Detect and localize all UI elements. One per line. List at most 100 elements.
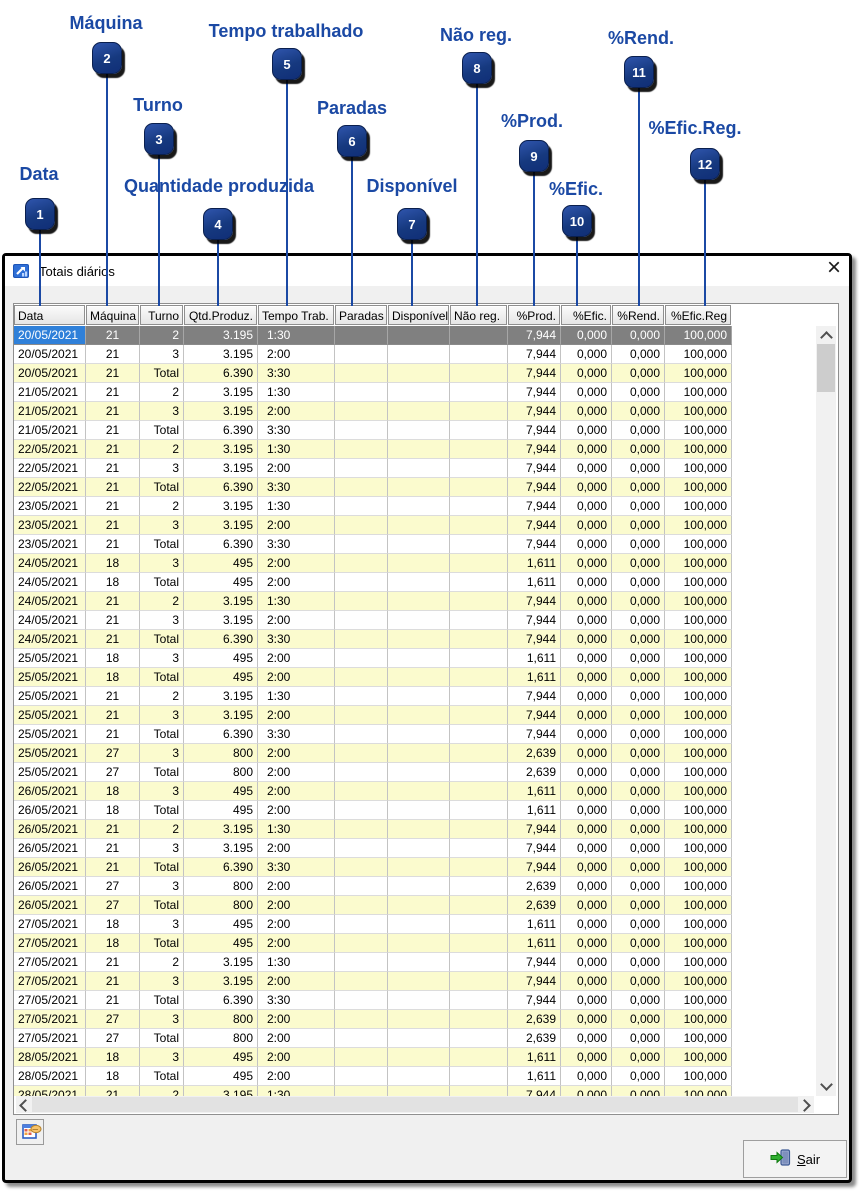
cell: 21 xyxy=(86,592,140,611)
column-header-5[interactable]: Tempo Trab. xyxy=(258,305,334,325)
table-row[interactable]: 28/05/202118Total4952:001,6110,0000,0001… xyxy=(14,1067,816,1086)
cell: 0,000 xyxy=(612,706,665,725)
cell: 28/05/2021 xyxy=(14,1086,86,1096)
cell: 0,000 xyxy=(612,820,665,839)
cell: 3:30 xyxy=(258,478,335,497)
column-header-11[interactable]: %Rend. xyxy=(612,305,664,325)
table-row[interactable]: 27/05/20212738002:002,6390,0000,000100,0… xyxy=(14,1010,816,1029)
cell: 18 xyxy=(86,1067,140,1086)
column-header-6[interactable]: Paradas xyxy=(335,305,387,325)
table-row[interactable]: 24/05/202121Total6.3903:307,9440,0000,00… xyxy=(14,630,816,649)
table-row[interactable]: 21/05/202121Total6.3903:307,9440,0000,00… xyxy=(14,421,816,440)
cell xyxy=(450,953,508,972)
cell: 0,000 xyxy=(561,402,612,421)
cell: 21 xyxy=(86,478,140,497)
cell: 6.390 xyxy=(184,535,258,554)
table-row[interactable]: 24/05/20211834952:001,6110,0000,000100,0… xyxy=(14,554,816,573)
table-row[interactable]: 28/05/20211834952:001,6110,0000,000100,0… xyxy=(14,1048,816,1067)
column-header-8[interactable]: Não reg. xyxy=(450,305,507,325)
table-row[interactable]: 22/05/20212123.1951:307,9440,0000,000100… xyxy=(14,440,816,459)
vertical-scroll-thumb[interactable] xyxy=(817,344,835,392)
table-row[interactable]: 21/05/20212133.1952:007,9440,0000,000100… xyxy=(14,402,816,421)
table-row[interactable]: 25/05/202121Total6.3903:307,9440,0000,00… xyxy=(14,725,816,744)
cell xyxy=(450,1029,508,1048)
table-row[interactable]: 20/05/20212133.1952:007,9440,0000,000100… xyxy=(14,345,816,364)
table-row[interactable]: 26/05/20212123.1951:307,9440,0000,000100… xyxy=(14,820,816,839)
scroll-right-icon[interactable] xyxy=(798,1099,811,1112)
table-row[interactable]: 22/05/202121Total6.3903:307,9440,0000,00… xyxy=(14,478,816,497)
cell xyxy=(450,915,508,934)
cell: 100,000 xyxy=(665,364,732,383)
callout-label-efic-reg: %Efic.Reg. xyxy=(648,118,741,139)
table-row[interactable]: 27/05/20211834952:001,6110,0000,000100,0… xyxy=(14,915,816,934)
scroll-left-icon[interactable] xyxy=(19,1099,32,1112)
table-row[interactable]: 25/05/20211834952:001,6110,0000,000100,0… xyxy=(14,649,816,668)
table-row[interactable]: 26/05/20211834952:001,6110,0000,000100,0… xyxy=(14,782,816,801)
cell xyxy=(450,687,508,706)
column-header-1[interactable]: Data xyxy=(14,305,85,325)
cell: 7,944 xyxy=(508,820,561,839)
cell: 0,000 xyxy=(561,1029,612,1048)
table-row[interactable]: 27/05/20212133.1952:007,9440,0000,000100… xyxy=(14,972,816,991)
column-header-12[interactable]: %Efic.Reg xyxy=(665,305,731,325)
cell: 100,000 xyxy=(665,516,732,535)
scroll-down-icon[interactable] xyxy=(820,1078,833,1091)
callout-line-12 xyxy=(704,180,706,306)
table-row[interactable]: 20/05/20212123.1951:307,9440,0000,000100… xyxy=(14,326,816,345)
table-row[interactable]: 24/05/20212133.1952:007,9440,0000,000100… xyxy=(14,611,816,630)
table-row[interactable]: 27/05/202121Total6.3903:307,9440,0000,00… xyxy=(14,991,816,1010)
column-header-2[interactable]: Máquina xyxy=(86,305,139,325)
column-header-4[interactable]: Qtd.Produz. xyxy=(184,305,257,325)
exit-button[interactable]: Sair xyxy=(743,1140,847,1178)
cell: 1:30 xyxy=(258,953,335,972)
table-row[interactable]: 23/05/20212123.1951:307,9440,0000,000100… xyxy=(14,497,816,516)
vertical-scrollbar[interactable] xyxy=(816,326,836,1096)
column-header-3[interactable]: Turno xyxy=(140,305,183,325)
horizontal-scrollbar[interactable] xyxy=(16,1096,814,1113)
table-row[interactable]: 24/05/20212123.1951:307,9440,0000,000100… xyxy=(14,592,816,611)
horizontal-scroll-thumb[interactable] xyxy=(32,1097,798,1112)
table-row[interactable]: 27/05/202127Total8002:002,6390,0000,0001… xyxy=(14,1029,816,1048)
cell: 2:00 xyxy=(258,554,335,573)
cell: 18 xyxy=(86,782,140,801)
column-header-10[interactable]: %Efic. xyxy=(561,305,611,325)
cell: 2 xyxy=(140,497,184,516)
table-row[interactable]: 27/05/20212123.1951:307,9440,0000,000100… xyxy=(14,953,816,972)
table-row[interactable]: 22/05/20212133.1952:007,9440,0000,000100… xyxy=(14,459,816,478)
cell: 28/05/2021 xyxy=(14,1067,86,1086)
scroll-up-icon[interactable] xyxy=(820,331,833,344)
cell: 2,639 xyxy=(508,763,561,782)
table-row[interactable]: 21/05/20212123.1951:307,9440,0000,000100… xyxy=(14,383,816,402)
table-row[interactable]: 24/05/202118Total4952:001,6110,0000,0001… xyxy=(14,573,816,592)
table-row[interactable]: 25/05/20212738002:002,6390,0000,000100,0… xyxy=(14,744,816,763)
table-row[interactable]: 23/05/202121Total6.3903:307,9440,0000,00… xyxy=(14,535,816,554)
table-row[interactable]: 26/05/202118Total4952:001,6110,0000,0001… xyxy=(14,801,816,820)
cell xyxy=(388,1048,450,1067)
column-header-7[interactable]: Disponível xyxy=(388,305,449,325)
table-row[interactable]: 28/05/20212123.1951:307,9440,0000,000100… xyxy=(14,1086,816,1096)
cell: 0,000 xyxy=(561,725,612,744)
table-row[interactable]: 23/05/20212133.1952:007,9440,0000,000100… xyxy=(14,516,816,535)
table-row[interactable]: 25/05/20212133.1952:007,9440,0000,000100… xyxy=(14,706,816,725)
table-row[interactable]: 26/05/202121Total6.3903:307,9440,0000,00… xyxy=(14,858,816,877)
column-header-9[interactable]: %Prod. xyxy=(508,305,560,325)
cell xyxy=(335,459,388,478)
callout-badge-8: 8 xyxy=(462,52,492,84)
cell: 0,000 xyxy=(561,516,612,535)
export-grid-button[interactable] xyxy=(16,1119,44,1145)
cell xyxy=(450,782,508,801)
table-row[interactable]: 26/05/20212738002:002,6390,0000,000100,0… xyxy=(14,877,816,896)
cell: 1,611 xyxy=(508,554,561,573)
cell: 7,944 xyxy=(508,991,561,1010)
cell xyxy=(450,421,508,440)
cell: 800 xyxy=(184,1010,258,1029)
close-icon[interactable]: × xyxy=(827,253,841,283)
table-row[interactable]: 25/05/202118Total4952:001,6110,0000,0001… xyxy=(14,668,816,687)
table-row[interactable]: 25/05/202127Total8002:002,6390,0000,0001… xyxy=(14,763,816,782)
table-row[interactable]: 27/05/202118Total4952:001,6110,0000,0001… xyxy=(14,934,816,953)
table-row[interactable]: 26/05/20212133.1952:007,9440,0000,000100… xyxy=(14,839,816,858)
table-row[interactable]: 26/05/202127Total8002:002,6390,0000,0001… xyxy=(14,896,816,915)
cell: 1,611 xyxy=(508,782,561,801)
table-row[interactable]: 25/05/20212123.1951:307,9440,0000,000100… xyxy=(14,687,816,706)
table-row[interactable]: 20/05/202121Total6.3903:307,9440,0000,00… xyxy=(14,364,816,383)
